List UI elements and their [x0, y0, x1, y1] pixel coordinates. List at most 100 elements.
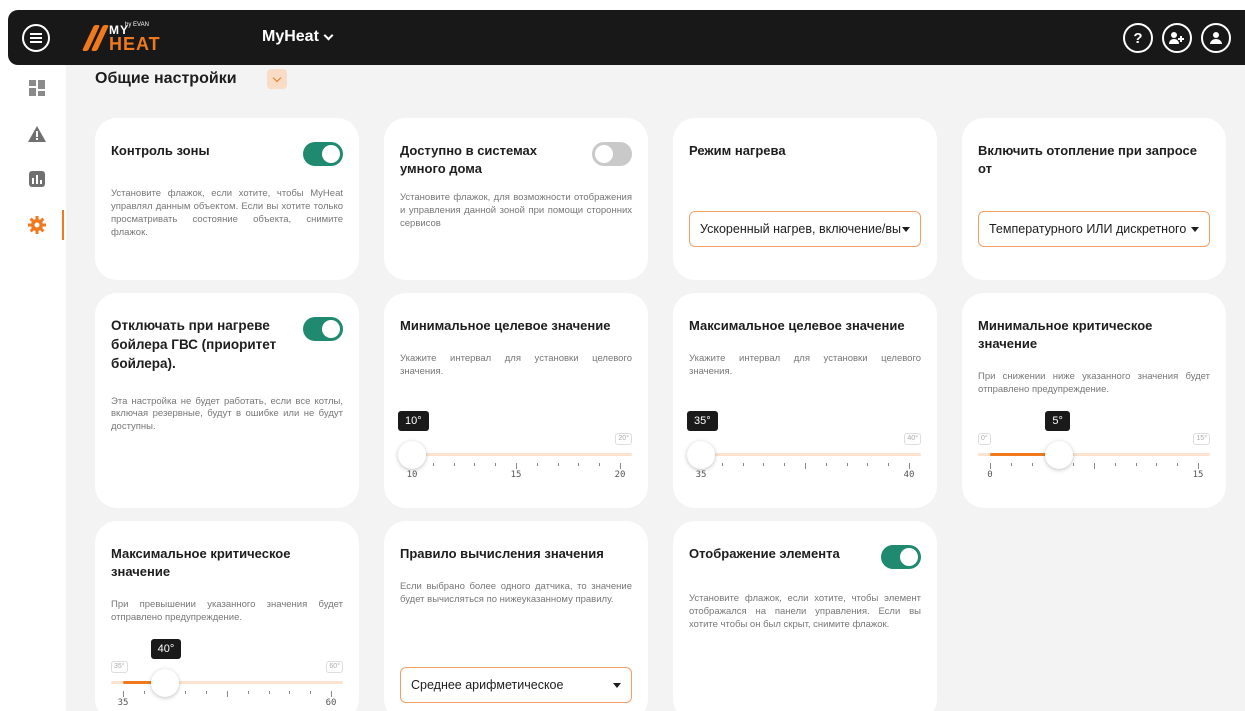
logo-text: MY by EVAN HEAT [109, 21, 161, 54]
object-name: MyHeat [262, 28, 319, 45]
display-element-toggle[interactable] [881, 545, 921, 569]
slider-min-badge: 0° [978, 433, 991, 445]
sidebar [0, 65, 66, 711]
heating-mode-select[interactable]: Ускоренный нагрев, включение/вы [689, 211, 921, 247]
slider-value-bubble: 40° [150, 639, 182, 659]
zone-control-toggle[interactable] [303, 142, 343, 166]
card-calc-rule: Правило вычисления значения Если выбрано… [384, 521, 648, 711]
sidebar-item-statistics[interactable] [26, 168, 48, 190]
warning-icon [28, 126, 46, 142]
slider-tick [1010, 463, 1012, 466]
caret-down-icon [902, 227, 910, 232]
slider-ticks [400, 463, 632, 469]
sidebar-item-alerts[interactable] [26, 123, 48, 145]
heating-request-select[interactable]: Температурного ИЛИ дискретного [978, 211, 1210, 247]
slider-tick [909, 463, 910, 469]
help-button[interactable]: ? [1123, 23, 1153, 53]
slider-tick [495, 463, 497, 466]
help-icon: ? [1133, 29, 1143, 47]
slider-tick [742, 463, 744, 466]
slider-tick [453, 463, 455, 466]
calc-rule-select[interactable]: Среднее арифметическое [400, 667, 632, 703]
card-description: Установите флажок, для возможности отобр… [400, 192, 632, 229]
card-title: Максимальное целевое значение [689, 318, 905, 333]
selected-value: Температурного ИЛИ дискретного [989, 222, 1187, 236]
slider-max-badge: 60° [326, 661, 343, 673]
card-title: Доступно в системах умного дома [400, 143, 537, 177]
slider-thumb[interactable] [398, 441, 426, 469]
card-title: Максимальное критическое значение [111, 546, 291, 580]
sidebar-item-dashboard[interactable] [26, 77, 48, 99]
slider-tick [474, 463, 476, 466]
card-max-critical: Максимальное критическое значение При пр… [95, 521, 359, 711]
slider-min-label: 10 [406, 470, 418, 480]
min-target-slider[interactable]: 20° 10° 10 15 20 [398, 411, 632, 487]
slider-ticks [978, 463, 1210, 469]
boiler-priority-toggle[interactable] [303, 317, 343, 341]
gear-icon [28, 216, 46, 234]
max-critical-slider[interactable]: 35° 60° 40° 35 60 [111, 639, 343, 711]
chevron-down-icon [323, 30, 334, 40]
card-title: Включить отопление при запросе от [978, 143, 1197, 177]
slider-track [689, 453, 921, 456]
smart-home-toggle[interactable] [592, 142, 632, 166]
myheat-logo[interactable]: MY by EVAN HEAT [81, 21, 161, 55]
slider-tick [268, 691, 270, 694]
slider-value-bubble: 35° [687, 411, 718, 431]
max-target-slider[interactable]: 40° 35° 35 40 [687, 411, 921, 487]
slider-max-badge: 20° [615, 433, 632, 445]
add-user-button[interactable] [1162, 23, 1192, 53]
toggle-knob [322, 320, 340, 338]
card-description: При снижении ниже указанного значения бу… [978, 371, 1210, 396]
slider-tick [784, 463, 786, 466]
slider-min-label: 0 [987, 470, 993, 480]
slider-tick [206, 691, 208, 694]
card-max-target: Максимальное целевое значение Укажите ин… [673, 293, 937, 508]
slider-max-badge: 40° [904, 433, 921, 445]
slider-value-bubble: 5° [1045, 411, 1070, 431]
slider-min-label: 35 [117, 698, 129, 708]
slider-tick [557, 463, 559, 466]
card-smart-home: Доступно в системах умного дома Установи… [384, 118, 648, 280]
card-title: Отключать при нагреве бойлера ГВС (приор… [111, 318, 277, 371]
profile-button[interactable] [1201, 23, 1231, 53]
slider-tick [185, 691, 187, 694]
slider-tick [1156, 463, 1158, 466]
slider-max-label: 60 [325, 698, 337, 708]
slider-track [400, 453, 632, 456]
card-boiler-priority: Отключать при нагреве бойлера ГВС (приор… [95, 293, 359, 508]
slider-tick [247, 691, 249, 694]
card-min-target: Минимальное целевое значение Укажите инт… [384, 293, 648, 508]
toggle-knob [595, 145, 613, 163]
slider-min-label: 35 [695, 470, 707, 480]
top-bar: MY by EVAN HEAT MyHeat ? [8, 10, 1245, 65]
slider-tick [1031, 463, 1033, 466]
sidebar-item-settings[interactable] [26, 210, 64, 240]
slider-tick [599, 463, 601, 466]
slider-tick [578, 463, 580, 466]
slider-tick [289, 691, 291, 694]
object-selector[interactable]: MyHeat [262, 28, 334, 46]
card-heating-request: Включить отопление при запросе от Темпер… [962, 118, 1226, 280]
card-description: Укажите интервал для установки целевого … [689, 353, 921, 377]
slider-tick [721, 463, 723, 466]
card-heating-mode: Режим нагрева Ускоренный нагрев, включен… [673, 118, 937, 280]
menu-icon[interactable] [22, 24, 50, 52]
slider-ticks [689, 463, 921, 469]
slider-tick [846, 463, 848, 466]
slider-tick [1094, 463, 1095, 469]
top-actions: ? [1123, 23, 1231, 53]
slider-tick [227, 691, 228, 697]
slider-max-label: 40 [903, 470, 915, 480]
page-title: Общие настройки [95, 70, 237, 87]
selected-value: Ускоренный нагрев, включение/вы [700, 222, 902, 236]
min-critical-slider[interactable]: 0° 15° 5° 0 15 [978, 411, 1210, 487]
slider-mid-label: 15 [510, 470, 522, 480]
dashboard-icon [29, 80, 45, 96]
slider-tick [1114, 463, 1116, 466]
slider-thumb[interactable] [150, 669, 179, 697]
slider-value-bubble: 10° [398, 411, 429, 431]
collapse-toggle-button[interactable] [267, 69, 287, 89]
slider-max-label: 15 [1192, 470, 1204, 480]
slider-thumb[interactable] [687, 441, 715, 469]
